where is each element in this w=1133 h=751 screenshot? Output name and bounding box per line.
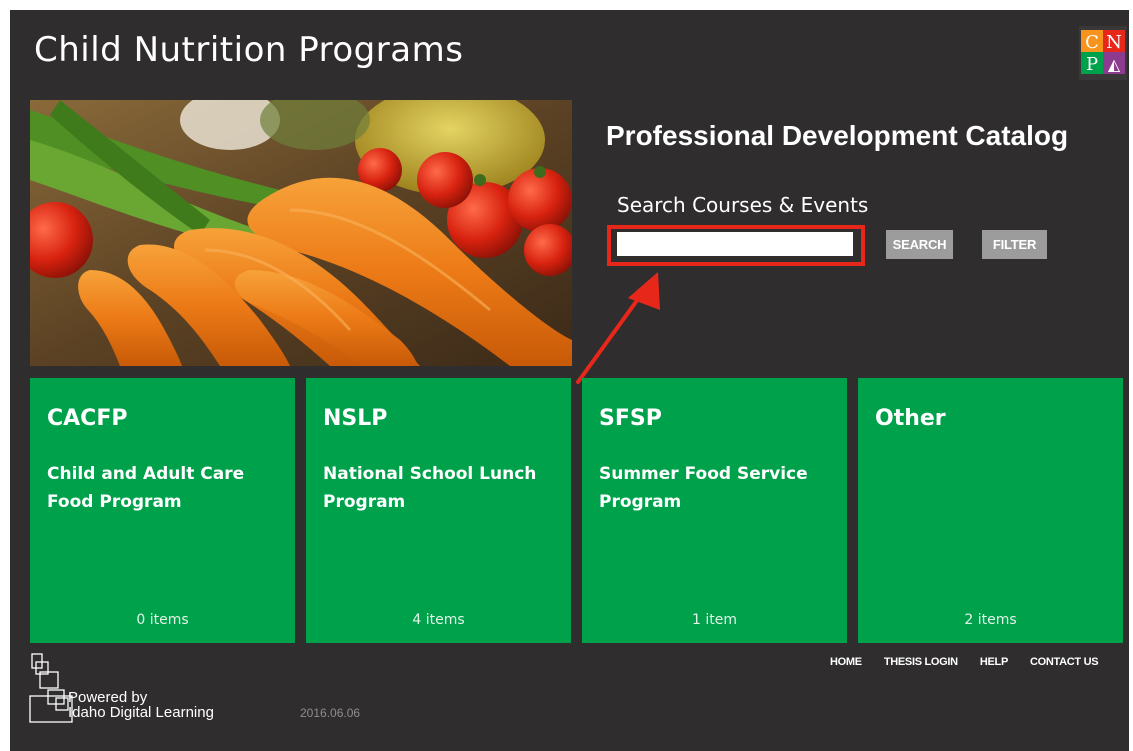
footer-link-home[interactable]: HOME <box>830 656 862 668</box>
search-button[interactable]: SEARCH <box>886 230 953 259</box>
powered-by-text: Powered by Idaho Digital Learning <box>68 690 214 720</box>
category-tile-nslp[interactable]: NSLP National School Lunch Program 4 ite… <box>306 378 571 643</box>
filter-button[interactable]: FILTER <box>982 230 1047 259</box>
footer-link-contact-us[interactable]: CONTACT US <box>1030 656 1099 668</box>
page-background: Child Nutrition Programs C N P ◭ Profess… <box>10 10 1129 751</box>
footer-link-thesis-login[interactable]: THESIS LOGIN <box>884 656 958 668</box>
tile-item-count: 2 items <box>964 612 1017 628</box>
tile-item-count: 4 items <box>412 612 465 628</box>
catalog-title: Professional Development Catalog <box>606 120 1069 151</box>
tile-code: CACFP <box>47 406 128 431</box>
category-tile-sfsp[interactable]: SFSP Summer Food Service Program 1 item <box>582 378 847 643</box>
tile-item-count: 1 item <box>692 612 737 628</box>
tile-name: National School Lunch Program <box>323 464 537 512</box>
category-tile-other[interactable]: Other 2 items <box>858 378 1123 643</box>
footer-link-help[interactable]: HELP <box>980 656 1008 668</box>
tile-code: SFSP <box>599 406 662 431</box>
category-tile-cacfp[interactable]: CACFP Child and Adult Care Food Program … <box>30 378 295 643</box>
tile-item-count: 0 items <box>136 612 189 628</box>
vegetables-hero-image <box>30 100 572 366</box>
search-input[interactable] <box>617 232 853 256</box>
organization-name: Idaho Digital Learning <box>68 704 214 721</box>
search-label: Search Courses & Events <box>617 193 869 217</box>
tile-name: Child and Adult Care Food Program <box>47 464 245 512</box>
svg-text:C: C <box>1085 32 1099 53</box>
tile-code: Other <box>875 406 946 431</box>
annotation-arrow <box>576 272 660 384</box>
version-label: 2016.06.06 <box>300 706 361 720</box>
footer-nav: HOME THESIS LOGIN HELP CONTACT US <box>830 656 1099 668</box>
svg-text:◭: ◭ <box>1108 55 1121 74</box>
tile-name: Summer Food Service Program <box>599 464 808 512</box>
cnp-logo: C N P ◭ <box>1079 26 1127 80</box>
page-title: Child Nutrition Programs <box>34 30 464 70</box>
powered-by-line: Powered by <box>68 689 148 706</box>
svg-text:P: P <box>1086 54 1098 75</box>
tile-code: NSLP <box>323 406 388 431</box>
svg-text:N: N <box>1106 32 1122 53</box>
